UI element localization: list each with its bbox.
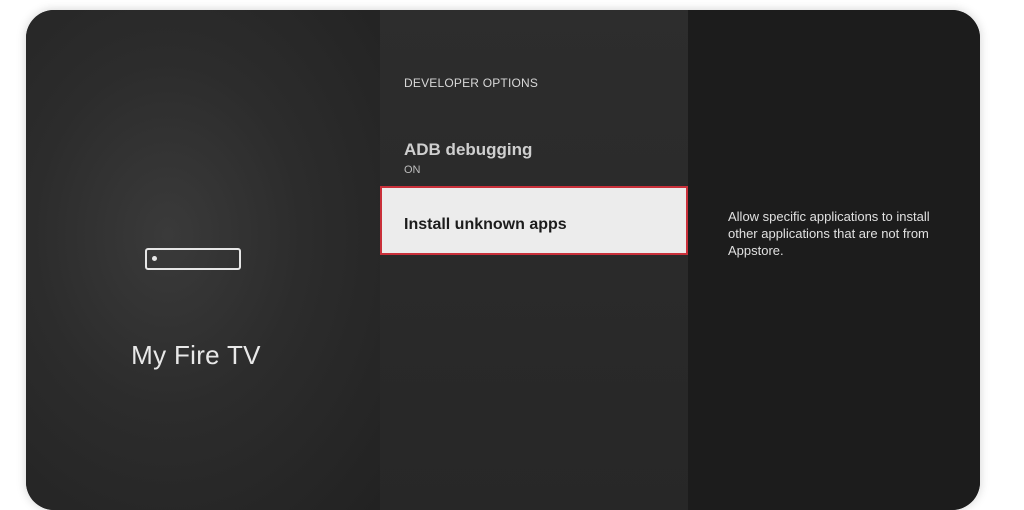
menu-item-install-unknown-apps[interactable]: Install unknown apps [380,186,688,255]
menu-item-adb-debugging[interactable]: ADB debugging ON [404,140,532,176]
settings-screen: My Fire TV DEVELOPER OPTIONS ADB debuggi… [26,10,980,510]
section-heading: DEVELOPER OPTIONS [404,76,539,90]
menu-item-label: Install unknown apps [404,216,567,233]
option-description: Allow specific applications to install o… [728,209,930,258]
developer-options-menu: DEVELOPER OPTIONS ADB debugging ON Insta… [380,10,688,510]
menu-item-label: ADB debugging [404,140,533,159]
fire-tv-device-icon [145,248,241,270]
details-panel: Allow specific applications to install o… [688,10,980,510]
device-name: My Fire TV [131,340,261,370]
device-panel: My Fire TV [26,10,380,510]
menu-item-status: ON [404,164,421,176]
device-indicator-dot [152,256,157,261]
